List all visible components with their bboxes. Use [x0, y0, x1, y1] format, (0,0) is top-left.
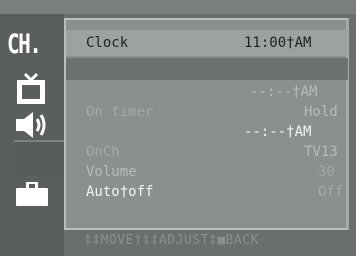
tv-icon[interactable]: [15, 72, 47, 106]
volume-label: Volume: [86, 164, 137, 180]
clock-value: 11:00†AM: [244, 35, 312, 51]
selected-category-highlight: [14, 140, 64, 176]
channel-category-icon[interactable]: CH.: [7, 30, 44, 60]
auto-off-label: Auto†off: [86, 184, 154, 200]
clock-label: Clock: [86, 35, 129, 51]
on-timer-label: On timer: [86, 104, 154, 120]
speaker-icon[interactable]: [14, 110, 48, 140]
on-channel-label: OnCh: [86, 144, 120, 160]
auto-off-value[interactable]: Off: [318, 184, 343, 200]
navigation-help-text: ‡‡MOVE†‡‡ADJUST‡■BACK: [84, 233, 259, 248]
off-time-value[interactable]: --:--†AM: [244, 124, 311, 140]
on-timer-value[interactable]: Hold: [304, 104, 338, 120]
briefcase-icon[interactable]: [14, 176, 50, 208]
volume-value[interactable]: 30: [318, 164, 335, 180]
top-strip: [0, 0, 356, 14]
selected-row-highlight[interactable]: [66, 58, 348, 80]
on-time-value[interactable]: --:--†AM: [250, 84, 317, 100]
on-channel-value[interactable]: TV13: [304, 144, 338, 160]
